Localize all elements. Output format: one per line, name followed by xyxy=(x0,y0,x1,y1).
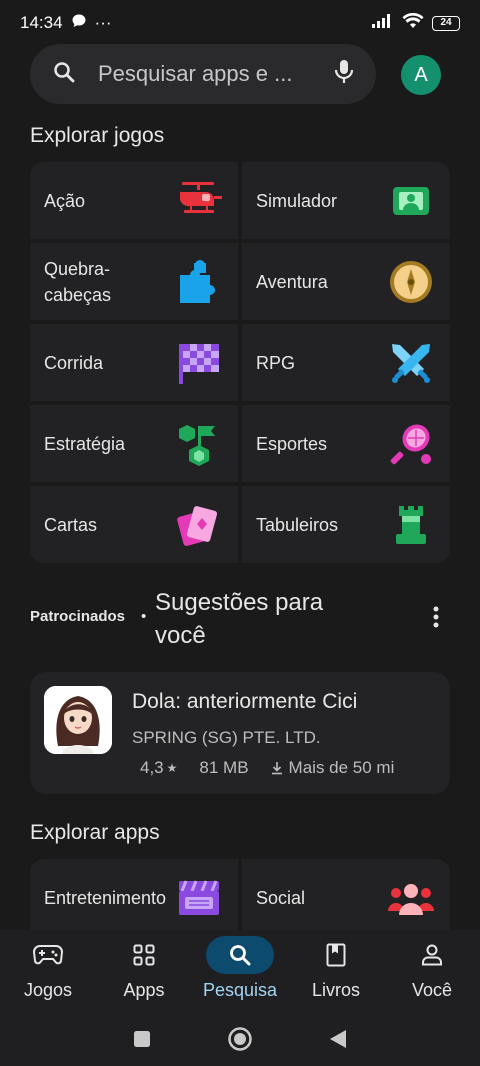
strategy-icon xyxy=(179,424,215,466)
dola-avatar-icon xyxy=(44,686,112,754)
apps-category-grid: Entretenimento Social xyxy=(30,859,450,936)
compass-icon xyxy=(390,260,432,303)
category-label: Tabuleiros xyxy=(256,514,339,535)
app-meta: 4,3 ★ 81 MB Mais de 50 mi xyxy=(140,758,394,778)
search-input[interactable]: Pesquisar apps e ... xyxy=(98,61,312,87)
nav-label: Apps xyxy=(123,980,165,1000)
download-icon xyxy=(271,762,282,775)
app-name: Dola: anteriormente Cici xyxy=(132,690,358,713)
sponsored-app-card[interactable]: Dola: anteriormente Cici SPRING (SG) PTE… xyxy=(30,672,450,794)
app-rating: 4,3 xyxy=(140,758,164,777)
search-icon xyxy=(230,945,251,966)
search-icon xyxy=(52,60,76,89)
app-developer: SPRING (SG) PTE. LTD. xyxy=(132,728,321,747)
helicopter-icon xyxy=(180,181,222,213)
category-tile-simulador[interactable]: Simulador xyxy=(242,162,450,239)
app-size: 81 MB xyxy=(199,758,249,777)
app-icon xyxy=(44,686,112,754)
nav-label: Livros xyxy=(311,980,360,1000)
category-label: Simulador xyxy=(256,190,338,211)
category-tile-aventura[interactable]: Aventura xyxy=(242,243,450,320)
nav-item-voce[interactable]: Você xyxy=(384,930,480,1012)
category-label: Ação xyxy=(44,190,86,211)
category-tile-cartas[interactable]: Cartas xyxy=(30,486,238,563)
tennis-racket-icon xyxy=(390,423,431,464)
person-icon xyxy=(422,944,442,966)
star-icon: ★ xyxy=(166,761,178,775)
home-button-icon[interactable] xyxy=(227,1026,253,1052)
category-label: Social xyxy=(256,887,306,908)
category-label: RPG xyxy=(256,352,296,373)
book-icon xyxy=(326,943,346,967)
suggestions-title: Sugestões para você xyxy=(155,589,324,649)
app-downloads: Mais de 50 mi xyxy=(288,758,395,777)
racing-flag-icon xyxy=(179,343,219,384)
back-button-icon[interactable] xyxy=(329,1029,347,1049)
apps-section-title: Explorar apps xyxy=(30,821,160,844)
nav-item-jogos[interactable]: Jogos xyxy=(0,930,96,1012)
separator-dot: • xyxy=(141,608,147,625)
account-avatar[interactable]: A xyxy=(401,55,441,95)
nav-item-apps[interactable]: Apps xyxy=(96,930,192,1012)
wifi-icon xyxy=(402,12,424,34)
nav-item-livros[interactable]: Livros xyxy=(288,930,384,1012)
signal-icon xyxy=(372,13,394,33)
microphone-icon[interactable] xyxy=(334,59,354,90)
category-label: Cartas xyxy=(44,514,98,535)
category-label: Estratégia xyxy=(44,433,126,454)
category-tile-quebra-cabecas[interactable]: Quebra-cabeças xyxy=(30,243,238,320)
puzzle-icon xyxy=(180,259,215,303)
nav-item-pesquisa[interactable]: Pesquisa xyxy=(192,930,288,1012)
simulator-icon xyxy=(393,186,429,215)
category-tile-tabuleiros[interactable]: Tabuleiros xyxy=(242,486,450,563)
more-options-icon[interactable] xyxy=(432,606,440,628)
clapperboard-icon xyxy=(179,879,219,915)
nav-label: Você xyxy=(411,980,453,1000)
category-label: Esportes xyxy=(256,433,328,454)
crossed-swords-icon xyxy=(392,343,430,383)
category-tile-corrida[interactable]: Corrida xyxy=(30,324,238,401)
recents-button-icon[interactable] xyxy=(133,1030,151,1048)
category-tile-esportes[interactable]: Esportes xyxy=(242,405,450,482)
category-tile-social[interactable]: Social xyxy=(242,859,450,936)
people-icon xyxy=(388,883,434,915)
nav-label: Jogos xyxy=(23,980,73,1000)
category-tile-entretenimento[interactable]: Entretenimento xyxy=(30,859,238,936)
chat-notification-icon xyxy=(71,13,87,34)
more-notifications-icon: ··· xyxy=(94,13,112,32)
category-tile-rpg[interactable]: RPG xyxy=(242,324,450,401)
category-label: Quebra-cabeças xyxy=(44,258,112,305)
apps-grid-icon xyxy=(133,944,155,966)
sponsored-label: Patrocinados xyxy=(30,608,126,625)
category-tile-estrategia[interactable]: Estratégia xyxy=(30,405,238,482)
sponsored-header: Patrocinados • Sugestões para você xyxy=(30,586,450,650)
search-bar[interactable]: Pesquisar apps e ... xyxy=(30,44,376,104)
category-label: Aventura xyxy=(256,271,328,292)
gamepad-icon xyxy=(33,945,63,965)
bottom-navigation: Jogos Apps Pesquisa Livros Você xyxy=(0,930,480,1066)
games-section-title: Explorar jogos xyxy=(30,124,165,147)
category-label: Corrida xyxy=(44,352,104,373)
chess-rook-icon xyxy=(396,505,426,544)
nav-label: Pesquisa xyxy=(202,980,278,1000)
status-bar: 14:34 ··· 24 xyxy=(0,0,480,46)
cards-icon xyxy=(177,505,218,546)
category-tile-acao[interactable]: Ação xyxy=(30,162,238,239)
battery-icon: 24 xyxy=(432,15,460,31)
system-navigation-bar xyxy=(0,1012,480,1066)
status-time: 14:34 xyxy=(20,13,63,32)
games-category-grid: Ação Simulador Quebra-cabeças Aventura C… xyxy=(30,162,450,563)
category-label: Entretenimento xyxy=(44,887,167,908)
